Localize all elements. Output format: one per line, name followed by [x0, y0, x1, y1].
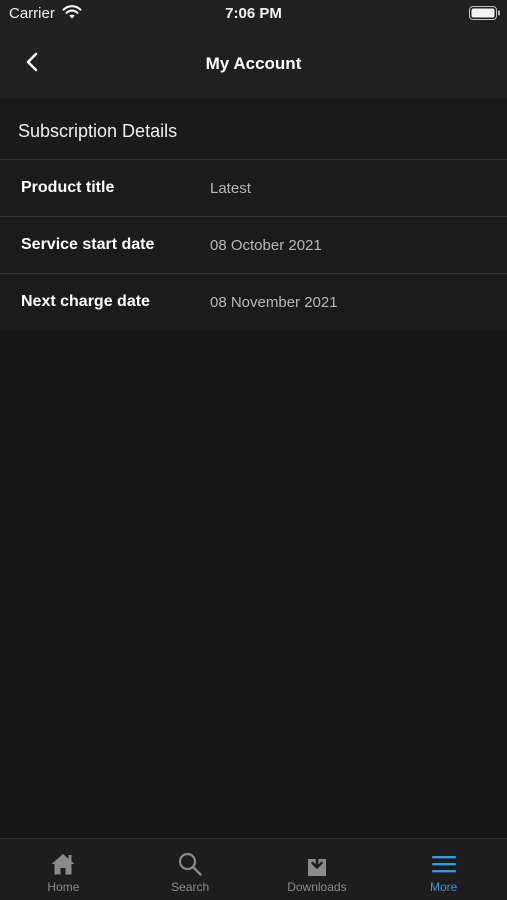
download-icon [303, 850, 331, 878]
detail-label: Product title [21, 179, 115, 196]
detail-row-service-start-date: Service start date 08 October 2021 [0, 217, 507, 274]
tab-more[interactable]: More [380, 839, 507, 900]
tab-bar: Home Search Downloads More [0, 838, 507, 900]
search-icon [176, 850, 204, 878]
section-header: Subscription Details [0, 98, 507, 160]
detail-row-next-charge-date: Next charge date 08 November 2021 [0, 274, 507, 331]
detail-value: 08 October 2021 [210, 237, 322, 254]
navigation-bar: My Account [0, 30, 507, 98]
menu-icon [430, 850, 458, 878]
detail-value: 08 November 2021 [210, 294, 338, 311]
section-title: Subscription Details [18, 121, 178, 141]
subscription-details-list: Product title Latest Service start date … [0, 160, 507, 331]
tab-search[interactable]: Search [127, 839, 254, 900]
detail-label: Service start date [21, 236, 155, 253]
page-title: My Account [205, 54, 302, 73]
tab-label: Home [47, 880, 80, 894]
home-icon [49, 850, 77, 878]
detail-label: Next charge date [21, 293, 150, 310]
battery-icon [469, 6, 501, 20]
tab-label: Downloads [287, 880, 347, 894]
tab-home[interactable]: Home [0, 839, 127, 900]
status-time: 7:06 PM [225, 5, 282, 22]
detail-value: Latest [210, 180, 251, 197]
tab-label: Search [171, 880, 210, 894]
tab-downloads[interactable]: Downloads [254, 839, 381, 900]
detail-row-product-title: Product title Latest [0, 160, 507, 217]
tab-label: More [429, 880, 458, 894]
status-bar: Carrier 7:06 PM [0, 0, 507, 30]
